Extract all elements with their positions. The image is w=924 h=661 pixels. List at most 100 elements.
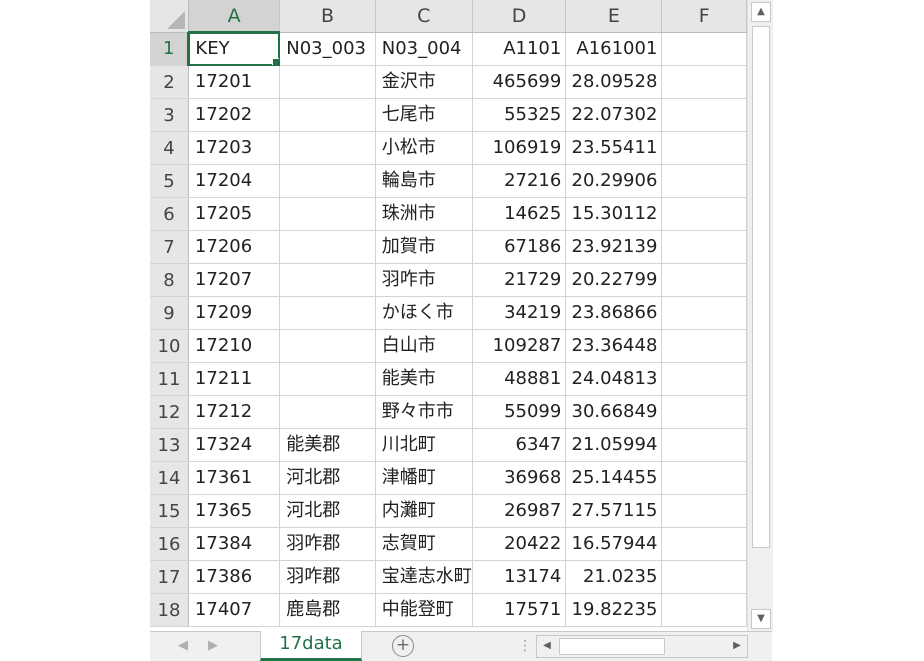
cell-e[interactable]: 24.04813 [565, 362, 663, 396]
cell-b[interactable]: 河北郡 [279, 494, 376, 528]
cell-b[interactable] [279, 98, 376, 132]
fill-handle[interactable] [272, 58, 279, 65]
cell-e[interactable]: 30.66849 [565, 395, 663, 429]
cell-d[interactable]: 109287 [472, 329, 567, 363]
cell-f[interactable] [661, 593, 747, 627]
cell-b[interactable] [279, 230, 376, 264]
horizontal-scroll-thumb[interactable] [559, 638, 665, 655]
cell-e[interactable]: 23.86866 [565, 296, 663, 330]
cell-e[interactable]: 19.82235 [565, 593, 663, 627]
cell-c[interactable]: 野々市市 [375, 395, 473, 429]
cell-c[interactable]: 七尾市 [375, 98, 473, 132]
vertical-scrollbar[interactable]: ▲ ▼ [747, 0, 773, 631]
splitter-handle[interactable]: ⋮ [518, 638, 532, 654]
row-header[interactable]: 5 [150, 164, 189, 198]
cell-c[interactable]: 能美市 [375, 362, 473, 396]
cell-a[interactable]: 17201 [188, 65, 281, 99]
tab-prev-button[interactable]: ◀ [178, 638, 188, 653]
row-header[interactable]: 8 [150, 263, 189, 297]
tab-next-button[interactable]: ▶ [208, 638, 218, 653]
cell-d[interactable]: 17571 [472, 593, 567, 627]
cell-b[interactable]: 河北郡 [279, 461, 376, 495]
cell-a[interactable]: 17361 [188, 461, 281, 495]
cell-f[interactable] [661, 65, 747, 99]
row-header[interactable]: 17 [150, 560, 189, 594]
cell-d[interactable]: A1101 [472, 32, 567, 66]
row-header[interactable]: 1 [150, 32, 190, 66]
cell-a[interactable]: 17209 [188, 296, 281, 330]
cell-e[interactable]: 25.14455 [565, 461, 663, 495]
cell-f[interactable] [661, 197, 747, 231]
cell-b[interactable] [279, 296, 376, 330]
cell-d[interactable]: 48881 [472, 362, 567, 396]
cell-d[interactable]: 21729 [472, 263, 567, 297]
cell-b[interactable]: 羽咋郡 [279, 527, 376, 561]
row-header[interactable]: 3 [150, 98, 189, 132]
cell-f[interactable] [661, 263, 747, 297]
cell-c[interactable]: 加賀市 [375, 230, 473, 264]
cell-d[interactable]: 55325 [472, 98, 567, 132]
cell-a[interactable]: 17407 [188, 593, 281, 627]
cell-d[interactable]: 20422 [472, 527, 567, 561]
cell-e[interactable]: 21.05994 [565, 428, 663, 462]
cell-c[interactable]: 宝達志水町 [375, 560, 473, 594]
cell-b[interactable] [279, 164, 376, 198]
cell-b[interactable] [279, 362, 376, 396]
cell-b[interactable] [279, 395, 376, 429]
cell-b[interactable]: 羽咋郡 [279, 560, 376, 594]
cell-a[interactable]: 17212 [188, 395, 281, 429]
cell-a[interactable]: 17210 [188, 329, 281, 363]
scroll-right-button[interactable]: ▶ [729, 638, 745, 653]
cell-b[interactable] [279, 197, 376, 231]
cell-f[interactable] [661, 329, 747, 363]
cell-f[interactable] [661, 98, 747, 132]
row-header[interactable]: 18 [150, 593, 189, 627]
cell-a[interactable]: 17204 [188, 164, 281, 198]
cell-c[interactable]: 志賀町 [375, 527, 473, 561]
cell-e[interactable]: 23.92139 [565, 230, 663, 264]
column-header-a[interactable]: A [188, 0, 281, 33]
sheet-tab-17data[interactable]: 17data [260, 631, 362, 661]
row-header[interactable]: 13 [150, 428, 189, 462]
cell-c[interactable]: 金沢市 [375, 65, 473, 99]
cell-b[interactable] [279, 329, 376, 363]
cell-d[interactable]: 26987 [472, 494, 567, 528]
cell-e[interactable]: 15.30112 [565, 197, 663, 231]
cell-c[interactable]: 羽咋市 [375, 263, 473, 297]
cell-d[interactable]: 55099 [472, 395, 567, 429]
cell-f[interactable] [661, 527, 747, 561]
cell-c[interactable]: 珠洲市 [375, 197, 473, 231]
column-header-e[interactable]: E [565, 0, 663, 33]
cell-e[interactable]: 28.09528 [565, 65, 663, 99]
cell-e[interactable]: 27.57115 [565, 494, 663, 528]
cell-f[interactable] [661, 560, 747, 594]
cell-c[interactable]: N03_004 [375, 32, 473, 66]
cell-d[interactable]: 67186 [472, 230, 567, 264]
column-header-f[interactable]: F [661, 0, 747, 33]
row-header[interactable]: 11 [150, 362, 189, 396]
cell-a[interactable]: 17384 [188, 527, 281, 561]
cell-f[interactable] [661, 395, 747, 429]
row-header[interactable]: 14 [150, 461, 189, 495]
cell-f[interactable] [661, 296, 747, 330]
scroll-left-button[interactable]: ◀ [539, 638, 555, 653]
cell-a[interactable]: 17324 [188, 428, 281, 462]
select-all-button[interactable] [150, 0, 189, 33]
active-cell[interactable]: KEY [188, 32, 281, 66]
cell-c[interactable]: 白山市 [375, 329, 473, 363]
column-header-b[interactable]: B [279, 0, 376, 33]
cell-e[interactable]: 20.22799 [565, 263, 663, 297]
cell-f[interactable] [661, 131, 747, 165]
cell-f[interactable] [661, 362, 747, 396]
cell-a[interactable]: 17203 [188, 131, 281, 165]
cell-a[interactable]: 17205 [188, 197, 281, 231]
cell-f[interactable] [661, 428, 747, 462]
scroll-up-button[interactable]: ▲ [751, 2, 771, 22]
cell-f[interactable] [661, 494, 747, 528]
cell-e[interactable]: 22.07302 [565, 98, 663, 132]
row-header[interactable]: 9 [150, 296, 189, 330]
cell-b[interactable]: N03_003 [279, 32, 376, 66]
cell-d[interactable]: 13174 [472, 560, 567, 594]
cell-d[interactable]: 14625 [472, 197, 567, 231]
cell-a[interactable]: 17206 [188, 230, 281, 264]
